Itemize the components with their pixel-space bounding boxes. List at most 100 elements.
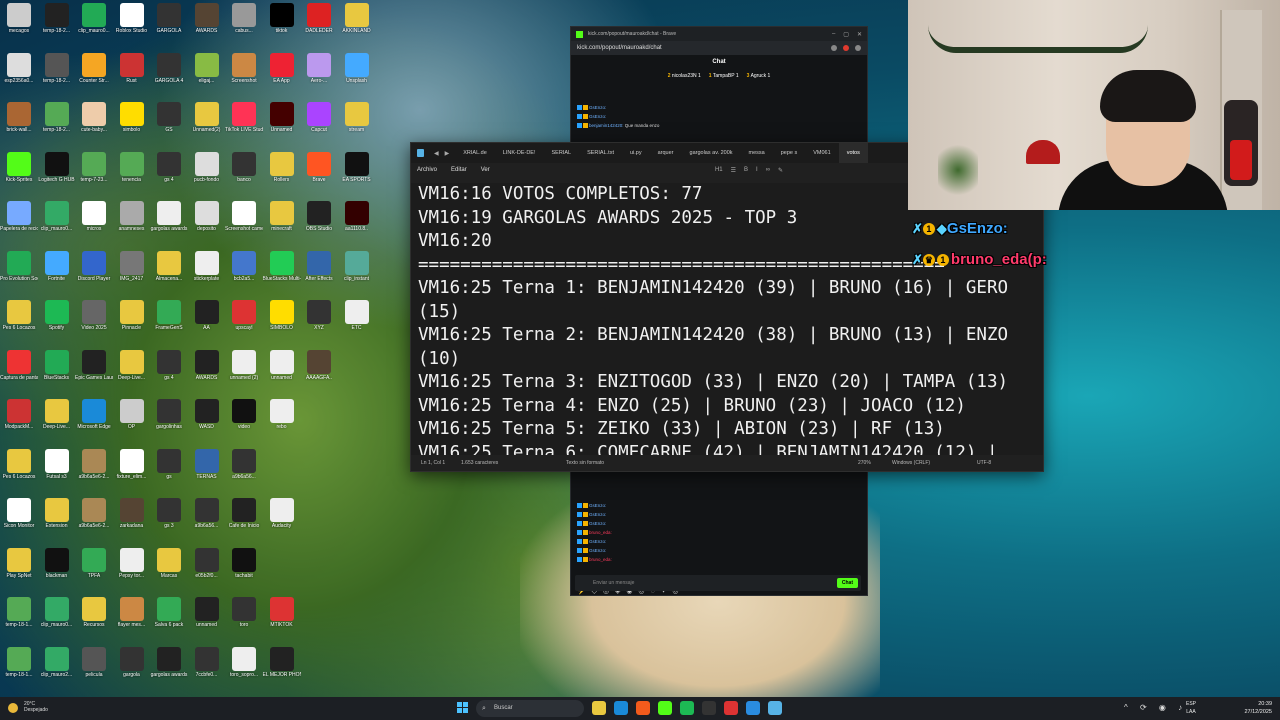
desktop-icon[interactable]: Extension — [38, 498, 76, 544]
desktop-icon[interactable]: Fortnite — [38, 250, 76, 297]
vscode-icon[interactable] — [746, 701, 760, 715]
desktop-icon[interactable]: stream — [338, 102, 376, 148]
desktop-icon[interactable]: flayer mes... — [113, 597, 151, 643]
format-tool-button[interactable]: B — [744, 167, 748, 174]
input-language[interactable]: ESP LAA — [1186, 700, 1196, 716]
chat-input-placeholder[interactable]: Enviar un mensaje — [575, 580, 837, 586]
download-icon[interactable] — [855, 45, 861, 51]
desktop-icon[interactable]: AKKINLAND — [338, 3, 376, 49]
desktop-icon[interactable]: XYZ — [300, 300, 338, 346]
notepad-tab[interactable]: SERIAL.txt — [579, 143, 622, 163]
desktop-icon[interactable]: a9b6a5e6-2... — [75, 498, 113, 544]
tab-scroll-right-icon[interactable]: ▶ — [445, 150, 450, 157]
desktop-icon[interactable]: Captura de pantalla — [0, 349, 38, 396]
desktop-icon[interactable]: 7ccbfe0... — [188, 646, 226, 693]
desktop-icon[interactable]: Pinnacle — [113, 300, 151, 346]
windows-start-icon[interactable] — [457, 702, 469, 714]
desktop-icon[interactable]: Sicon Monitor — [0, 498, 38, 544]
format-tool-button[interactable]: ☰ — [731, 167, 736, 174]
desktop-icon[interactable]: aa1110.8.. — [338, 201, 376, 247]
desktop-icon[interactable]: cabus... — [225, 3, 263, 49]
desktop-icon[interactable]: video — [225, 399, 263, 445]
desktop-icon[interactable]: Deep-Live... — [38, 399, 76, 445]
notepad-tab[interactable]: ui.py — [622, 143, 650, 163]
desktop-icon[interactable]: clip_mauro0... — [38, 201, 76, 247]
desktop-icon[interactable]: AA — [188, 300, 226, 346]
desktop-icon[interactable]: toro_sopro... — [225, 646, 263, 693]
desktop-icon[interactable]: fixture_elim... — [113, 448, 151, 495]
notepad-tab[interactable]: gargolas av. 200k — [682, 143, 741, 163]
desktop-icon[interactable]: temp-18-1... — [0, 646, 38, 693]
desktop-icon[interactable]: BlueStacks — [38, 349, 76, 396]
desktop-icon[interactable]: GS — [150, 102, 188, 148]
desktop-icon[interactable]: gargolas awards — [150, 646, 188, 693]
desktop-icon[interactable]: mecagos — [0, 3, 38, 49]
desktop-icon[interactable]: clip_mauro2... — [38, 646, 76, 693]
chat-username[interactable]: GsEnzo: — [589, 114, 606, 119]
desktop-icon[interactable]: temp-18-2... — [38, 3, 76, 49]
desktop-icon[interactable]: Screenshot camera — [225, 201, 263, 247]
desktop-icon[interactable]: anamneses — [113, 201, 151, 247]
desktop-icon[interactable]: Papelera de reciclaje — [0, 201, 38, 247]
chat-username[interactable]: GsEnzo: — [589, 512, 606, 517]
desktop-icon[interactable]: DADLEDER — [300, 3, 338, 49]
desktop-icon[interactable]: TPFA — [75, 547, 113, 594]
desktop-icon[interactable]: Deep-Live... — [113, 349, 151, 396]
notepad-tab[interactable]: LINK-DE-DE! — [495, 143, 544, 163]
desktop-icon[interactable]: brick-wall... — [0, 102, 38, 148]
desktop-icon[interactable]: Rust — [113, 52, 151, 99]
close-icon[interactable]: ✕ — [857, 31, 862, 38]
desktop-icon[interactable]: MTIKTOK — [263, 597, 301, 643]
desktop-icon[interactable]: bcb2a5... — [225, 250, 263, 297]
edge-icon[interactable] — [614, 701, 628, 715]
desktop-icon[interactable]: Aero-... — [300, 52, 338, 99]
desktop-icon[interactable]: upscayl — [225, 300, 263, 346]
chat-username[interactable]: GsEnzo: — [589, 105, 606, 110]
notepad-tab[interactable]: SERIAL — [544, 143, 580, 163]
desktop-icon[interactable]: Microsoft Edge — [75, 399, 113, 445]
desktop-icon[interactable]: FrameGenS — [150, 300, 188, 346]
notepad-icon[interactable] — [768, 701, 782, 715]
notepad-tab[interactable]: arquer — [650, 143, 682, 163]
desktop-icon[interactable]: Epic Games Launcher — [75, 349, 113, 396]
desktop-icon[interactable]: OBS Studio — [300, 201, 338, 247]
minimize-icon[interactable]: – — [832, 31, 835, 37]
desktop-icon[interactable]: unnamed — [188, 597, 226, 643]
file-explorer-icon[interactable] — [592, 701, 606, 715]
desktop-icon[interactable]: Unnamed(2) — [188, 102, 226, 148]
desktop-icon[interactable]: IMG_2417 — [113, 250, 151, 297]
desktop-icon[interactable]: banco — [225, 151, 263, 198]
desktop-icon[interactable]: Audacity — [263, 498, 301, 544]
desktop-icon[interactable]: Pepsy tor... — [113, 547, 151, 594]
encoding[interactable]: UTF-8 — [977, 460, 991, 466]
desktop-icon[interactable]: a9b6a56... — [188, 498, 226, 544]
desktop-icon[interactable]: EL MEJOR PHONK — [263, 646, 301, 693]
line-ending[interactable]: Windows (CRLF) — [892, 460, 930, 466]
desktop-icon[interactable]: SIMBOLO — [263, 300, 301, 346]
desktop-icon[interactable]: eligaj... — [188, 52, 226, 99]
desktop-icon[interactable]: Pro Evolution Soccer — [0, 250, 38, 297]
chat-username[interactable]: GsEnzo: — [589, 521, 606, 526]
desktop-icon[interactable]: Capcut — [300, 102, 338, 148]
desktop-icon[interactable]: gs 4 — [150, 349, 188, 396]
desktop-icon[interactable]: temp-18-1... — [0, 597, 38, 643]
desktop-icon[interactable]: micros — [75, 201, 113, 247]
desktop-icon[interactable]: deposito — [188, 201, 226, 247]
desktop-icon[interactable]: a9b6a5e6-2... — [75, 448, 113, 495]
zoom-icon[interactable] — [831, 45, 837, 51]
desktop-icon[interactable]: ETC — [338, 300, 376, 346]
desktop-icon[interactable]: minecraft — [263, 201, 301, 247]
desktop-icon[interactable]: Roblox Studio — [113, 3, 151, 49]
desktop-icon[interactable]: temp-18-2... — [38, 102, 76, 148]
desktop-icon[interactable]: zarkadana — [113, 498, 151, 544]
desktop-icon[interactable]: Play SpNet — [0, 547, 38, 594]
desktop-icon[interactable]: AWARDS — [188, 3, 226, 49]
desktop-icon[interactable]: Logitech G HUB — [38, 151, 76, 198]
desktop-icon[interactable]: TERNAS — [188, 448, 226, 495]
desktop-icon[interactable]: gs 4 — [150, 151, 188, 198]
desktop-icon[interactable]: esp2356a0... — [0, 52, 38, 99]
chat-username[interactable]: GsEnzo: — [589, 503, 606, 508]
desktop-icon[interactable]: stickerplate — [188, 250, 226, 297]
tray-icons[interactable]: ^ ⟳ ◉ ♪ — [1124, 703, 1187, 712]
desktop-icon[interactable]: Kick-Sprites — [0, 151, 38, 198]
